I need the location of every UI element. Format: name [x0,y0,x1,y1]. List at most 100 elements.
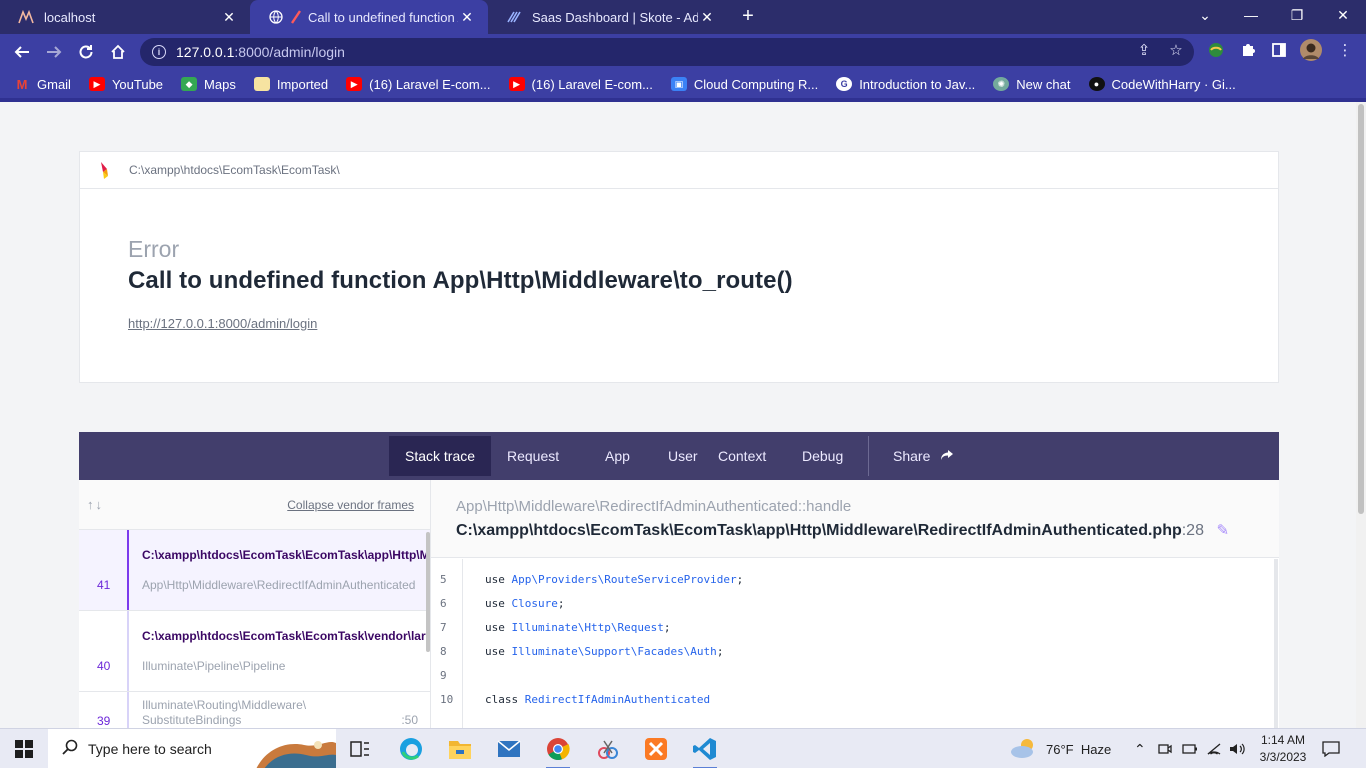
menu-kebab-icon[interactable]: ⋮ [1334,39,1356,61]
wifi-icon[interactable] [1206,729,1222,768]
show-hidden-icons-icon[interactable]: ⌃ [1134,729,1146,768]
edge-icon[interactable] [397,735,425,763]
bookmark-gmail[interactable]: M Gmail [14,77,71,92]
gmail-icon: M [16,76,28,92]
bookmark-cloud-computing[interactable]: ▣ Cloud Computing R... [670,77,818,92]
file-explorer-icon[interactable] [446,735,474,763]
request-url-link[interactable]: http://127.0.0.1:8000/admin/login [128,316,317,331]
extension-globe-icon[interactable] [1205,39,1227,61]
tab-title: localhost [44,9,96,25]
tab-context[interactable]: Context [702,436,782,476]
github-icon: ● [1088,77,1105,91]
close-icon[interactable]: ✕ [458,8,476,26]
code-line: 5 use App\Providers\RouteServiceProvider… [440,572,744,586]
bookmark-star-icon[interactable]: ☆ [1165,39,1187,61]
restore-button[interactable]: ❐ [1274,0,1320,30]
collapse-vendor-frames-link[interactable]: Collapse vendor frames [287,498,414,512]
xampp-icon[interactable] [642,735,670,763]
frame-class: App\Http\Middleware\RedirectIfAdminAuthe… [142,578,416,592]
frame-nav-arrows-icon[interactable]: ↑↓ [87,497,104,512]
browser-toolbar: i 127.0.0.1:8000/admin/login ⇪ ☆ ⋮ [0,34,1366,70]
tab-skote[interactable]: Saas Dashboard | Skote - Admin ✕ [488,0,728,34]
error-message: Call to undefined function App\Http\Midd… [128,267,793,294]
extensions-puzzle-icon[interactable] [1237,39,1259,61]
bookmark-java[interactable]: G Introduction to Jav... [836,77,975,92]
code-body: 5 use App\Providers\RouteServiceProvider… [431,559,1274,728]
chrome-icon[interactable] [544,735,572,768]
code-header: App\Http\Middleware\RedirectIfAdminAuthe… [431,480,1279,558]
code-line: 6 use Closure; [440,596,565,610]
volume-icon[interactable] [1229,729,1247,768]
frames-toolbar: ↑↓ Collapse vendor frames [79,480,430,530]
side-panel-icon[interactable] [1268,39,1290,61]
code-line: 10 class RedirectIfAdminAuthenticated [440,692,711,706]
clock-time: 1:14 AM [1260,733,1306,747]
snipping-tool-icon[interactable] [594,735,622,763]
bookmarks-bar: M Gmail ▶ YouTube ◆ Maps Imported ▶ (16) Lar… [0,70,1366,98]
chatgpt-icon: ✺ [993,77,1010,91]
code-file-path: C:\xampp\htdocs\EcomTask\EcomTask\app\Ht… [456,521,1230,539]
tab-app[interactable]: App [589,436,646,476]
stack-frame[interactable]: C:\xampp\htdocs\EcomTask\EcomTask\vendor… [79,611,430,692]
frame-number: 40 [97,659,111,673]
address-bar[interactable]: i 127.0.0.1:8000/admin/login [140,38,1194,66]
frame-number: 41 [97,578,111,592]
taskbar-clock[interactable]: 1:14 AM 3/3/2023 [1258,732,1308,766]
globe-icon [268,9,284,25]
battery-icon[interactable] [1182,729,1198,768]
task-view-icon[interactable] [346,735,374,763]
scrollbar-thumb[interactable] [1358,104,1364,514]
frame-class: SubstituteBindings [142,713,242,727]
windows-start-icon[interactable] [0,729,48,768]
back-icon[interactable] [10,40,34,64]
weather-widget[interactable]: 76°F Haze [1010,729,1111,768]
bookmark-codewithharry[interactable]: ● CodeWithHarry · Gi... [1088,77,1236,92]
code-snippet-panel: App\Http\Middleware\RedirectIfAdminAuthe… [431,480,1279,728]
home-icon[interactable] [106,40,130,64]
mail-icon[interactable] [495,735,523,763]
edit-pencil-icon[interactable]: ✎ [1216,521,1229,539]
url-path: :8000/admin/login [234,44,345,60]
notifications-icon[interactable] [1322,729,1340,768]
forward-icon[interactable] [42,40,66,64]
frame-path: C:\xampp\htdocs\EcomTask\EcomTask\app\Ht… [142,548,427,562]
stack-frame[interactable]: C:\xampp\htdocs\EcomTask\EcomTask\app\Ht… [79,530,430,611]
frames-scrollbar[interactable] [426,532,430,652]
error-type-label: Error [128,236,180,262]
bookmark-imported[interactable]: Imported [253,77,328,92]
bookmark-laravel-2[interactable]: ▶ (16) Laravel E-com... [508,77,653,92]
bookmark-youtube[interactable]: ▶ YouTube [88,77,163,92]
code-line: 9 [440,668,447,682]
meet-now-icon[interactable] [1158,729,1172,768]
url-host: 127.0.0.1 [176,44,235,60]
stack-frames-panel: ↑↓ Collapse vendor frames C:\xampp\htdoc… [79,480,431,728]
page-scrollbar[interactable] [1356,102,1366,728]
error-header-card: C:\xampp\htdocs\EcomTask\EcomTask\ Error… [79,151,1279,383]
tab-localhost[interactable]: localhost ✕ [0,0,250,34]
vscode-icon[interactable] [691,735,719,768]
new-tab-button[interactable]: + [737,5,759,27]
code-scrollbar[interactable] [1274,559,1278,728]
minimize-button[interactable]: — [1228,0,1274,30]
tab-search-icon[interactable]: ⌄ [1182,0,1228,30]
share-button[interactable]: Share [877,436,970,476]
search-icon [62,739,78,760]
bookmark-maps[interactable]: ◆ Maps [181,77,236,92]
frame-line: :50 [401,713,418,727]
tab-stack-trace[interactable]: Stack trace [389,436,492,476]
tab-request[interactable]: Request [491,436,575,476]
close-icon[interactable]: ✕ [698,8,716,26]
close-window-button[interactable]: ✕ [1320,0,1366,30]
tab-debug[interactable]: Debug [786,436,859,476]
share-page-icon[interactable]: ⇪ [1133,39,1155,61]
stack-frame[interactable]: Illuminate\Routing\Middleware\ Substitut… [79,692,430,728]
site-info-icon[interactable]: i [152,45,166,59]
close-icon[interactable]: ✕ [220,8,238,26]
avatar[interactable] [1300,39,1322,61]
classroom-icon: ▣ [670,77,687,91]
bookmark-laravel-1[interactable]: ▶ (16) Laravel E-com... [346,77,491,92]
bookmark-new-chat[interactable]: ✺ New chat [993,77,1071,92]
tab-error[interactable]: Call to undefined function App ✕ [250,0,488,34]
cloudy-sun-icon [1010,737,1038,762]
reload-icon[interactable] [74,40,98,64]
